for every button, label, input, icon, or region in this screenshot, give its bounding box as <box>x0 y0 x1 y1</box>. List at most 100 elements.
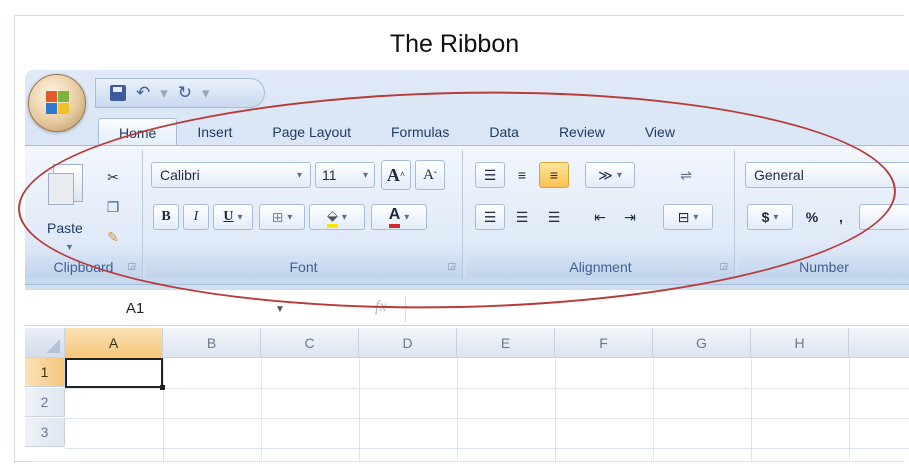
group-label-number: Number <box>739 256 909 278</box>
bottom-border <box>14 461 904 462</box>
column-header-partial[interactable] <box>849 328 909 358</box>
tab-review[interactable]: Review <box>539 118 625 146</box>
column-gridline <box>849 358 850 462</box>
align-left-button[interactable]: ☰ <box>475 204 505 230</box>
column-gridline <box>751 358 752 462</box>
cut-icon[interactable]: ✂ <box>101 164 125 190</box>
font-size-select[interactable]: 11 ▾ <box>315 162 375 188</box>
group-label-alignment: Alignment <box>467 256 734 278</box>
group-number: General $ ▾ % , Number <box>739 150 909 280</box>
fill-color-icon: ⬙ <box>327 207 338 228</box>
paste-dropdown-icon[interactable]: ▼ <box>65 242 74 252</box>
font-color-button[interactable]: A ▾ <box>371 204 427 230</box>
fill-color-button[interactable]: ⬙ ▾ <box>309 204 365 230</box>
italic-button[interactable]: I <box>183 204 209 230</box>
chevron-down-icon: ▾ <box>693 211 699 223</box>
column-header-h[interactable]: H <box>751 328 849 358</box>
underline-button[interactable]: U ▾ <box>213 204 253 230</box>
paste-button[interactable]: Paste <box>47 220 83 236</box>
ribbon-tabs: Home Insert Page Layout Formulas Data Re… <box>98 116 695 146</box>
office-logo-icon <box>46 91 70 115</box>
customize-qat-icon[interactable]: ▾ <box>202 84 210 102</box>
column-gridline <box>555 358 556 462</box>
bold-button[interactable]: B <box>153 204 179 230</box>
office-button[interactable] <box>28 74 86 132</box>
align-right-button[interactable]: ☰ <box>539 204 569 230</box>
save-icon[interactable] <box>110 85 126 101</box>
tab-home[interactable]: Home <box>98 118 178 146</box>
column-header-b[interactable]: B <box>163 328 261 358</box>
select-all-corner[interactable] <box>25 328 65 358</box>
column-header-e[interactable]: E <box>457 328 555 358</box>
column-gridline <box>653 358 654 462</box>
formula-input[interactable] <box>405 296 909 322</box>
row-gridline <box>65 388 909 389</box>
ribbon: Paste ▼ ✂ ❐ ✎ Clipboard ◲ Calibri ▾ 11 ▾… <box>25 145 909 285</box>
active-cell-a1[interactable] <box>65 358 165 390</box>
column-header-c[interactable]: C <box>261 328 359 358</box>
tab-page-layout[interactable]: Page Layout <box>252 118 371 146</box>
formula-bar: A1 ▼ fx <box>25 292 909 326</box>
column-header-f[interactable]: F <box>555 328 653 358</box>
group-font: Calibri ▾ 11 ▾ A ^ Aˇ B I U ▾ ⊞ ▾ ⬙ ▾ A ▾ Fon… <box>145 150 463 280</box>
figure-title: The Ribbon <box>389 30 520 58</box>
tab-view[interactable]: View <box>625 118 695 146</box>
redo-icon[interactable]: ↻ <box>178 83 192 103</box>
align-top-button[interactable]: ☰ <box>475 162 505 188</box>
format-painter-icon[interactable]: ✎ <box>101 224 125 250</box>
chevron-down-icon: ▾ <box>287 211 293 223</box>
spreadsheet-grid: A B C D E F G H 1 2 3 <box>25 328 909 462</box>
chevron-down-icon[interactable]: ▼ <box>275 304 285 315</box>
copy-icon[interactable]: ❐ <box>101 194 125 220</box>
align-bottom-button[interactable]: ≡ <box>539 162 569 188</box>
column-header-d[interactable]: D <box>359 328 457 358</box>
percent-button[interactable]: % <box>797 204 827 230</box>
wrap-text-icon[interactable]: ⇌ <box>671 162 701 188</box>
column-header-a[interactable]: A <box>65 328 163 358</box>
decrease-indent-button[interactable]: ⇤ <box>585 204 615 230</box>
font-name-value: Calibri <box>160 167 200 183</box>
row-header-3[interactable]: 3 <box>25 418 65 447</box>
chevron-down-icon: ▾ <box>341 211 347 223</box>
tab-formulas[interactable]: Formulas <box>371 118 469 146</box>
row-gridline <box>65 448 909 449</box>
column-gridline <box>163 358 164 462</box>
shrink-font-button[interactable]: Aˇ <box>415 160 445 190</box>
row-gridline <box>65 418 909 419</box>
align-middle-button[interactable]: ≡ <box>507 162 537 188</box>
merge-center-button[interactable]: ⊟ ▾ <box>663 204 713 230</box>
clipboard-launcher-icon[interactable]: ◲ <box>127 261 136 272</box>
quick-access-toolbar: ↶ ▾ ↻ ▾ <box>95 78 265 108</box>
undo-icon[interactable]: ↶ <box>136 83 150 103</box>
chevron-down-icon: ▾ <box>362 169 368 181</box>
borders-button[interactable]: ⊞ ▾ <box>259 204 305 230</box>
font-name-select[interactable]: Calibri ▾ <box>151 162 311 188</box>
row-header-1[interactable]: 1 <box>25 358 65 387</box>
chevron-down-icon: ▾ <box>296 169 302 181</box>
grow-font-button[interactable]: A ^ <box>381 160 411 190</box>
comma-button[interactable]: , <box>829 204 853 230</box>
tab-data[interactable]: Data <box>469 118 539 146</box>
paste-icon[interactable] <box>48 164 83 205</box>
currency-button[interactable]: $ ▾ <box>747 204 793 230</box>
orientation-button[interactable]: ≫ ▾ <box>585 162 635 188</box>
increase-indent-button[interactable]: ⇥ <box>615 204 645 230</box>
chevron-down-icon: ▾ <box>404 211 410 223</box>
font-size-value: 11 <box>322 167 337 183</box>
tab-insert[interactable]: Insert <box>177 118 252 146</box>
insert-function-icon[interactable]: fx <box>375 298 387 316</box>
chevron-down-icon: ▾ <box>237 211 243 223</box>
undo-dropdown-icon[interactable]: ▾ <box>160 84 168 102</box>
column-header-g[interactable]: G <box>653 328 751 358</box>
column-gridline <box>457 358 458 462</box>
font-launcher-icon[interactable]: ◲ <box>447 261 456 272</box>
group-label-clipboard: Clipboard <box>25 256 142 278</box>
group-alignment: ☰ ≡ ≡ ≫ ▾ ⇌ ☰ ☰ ☰ ⇤ ⇥ ⊟ ▾ Alignment ◲ <box>467 150 735 280</box>
alignment-launcher-icon[interactable]: ◲ <box>719 261 728 272</box>
name-box[interactable]: A1 <box>25 296 265 322</box>
decimal-button[interactable] <box>859 204 909 230</box>
row-header-2[interactable]: 2 <box>25 388 65 417</box>
align-center-button[interactable]: ☰ <box>507 204 537 230</box>
number-format-value: General <box>754 167 804 183</box>
number-format-select[interactable]: General <box>745 162 909 188</box>
